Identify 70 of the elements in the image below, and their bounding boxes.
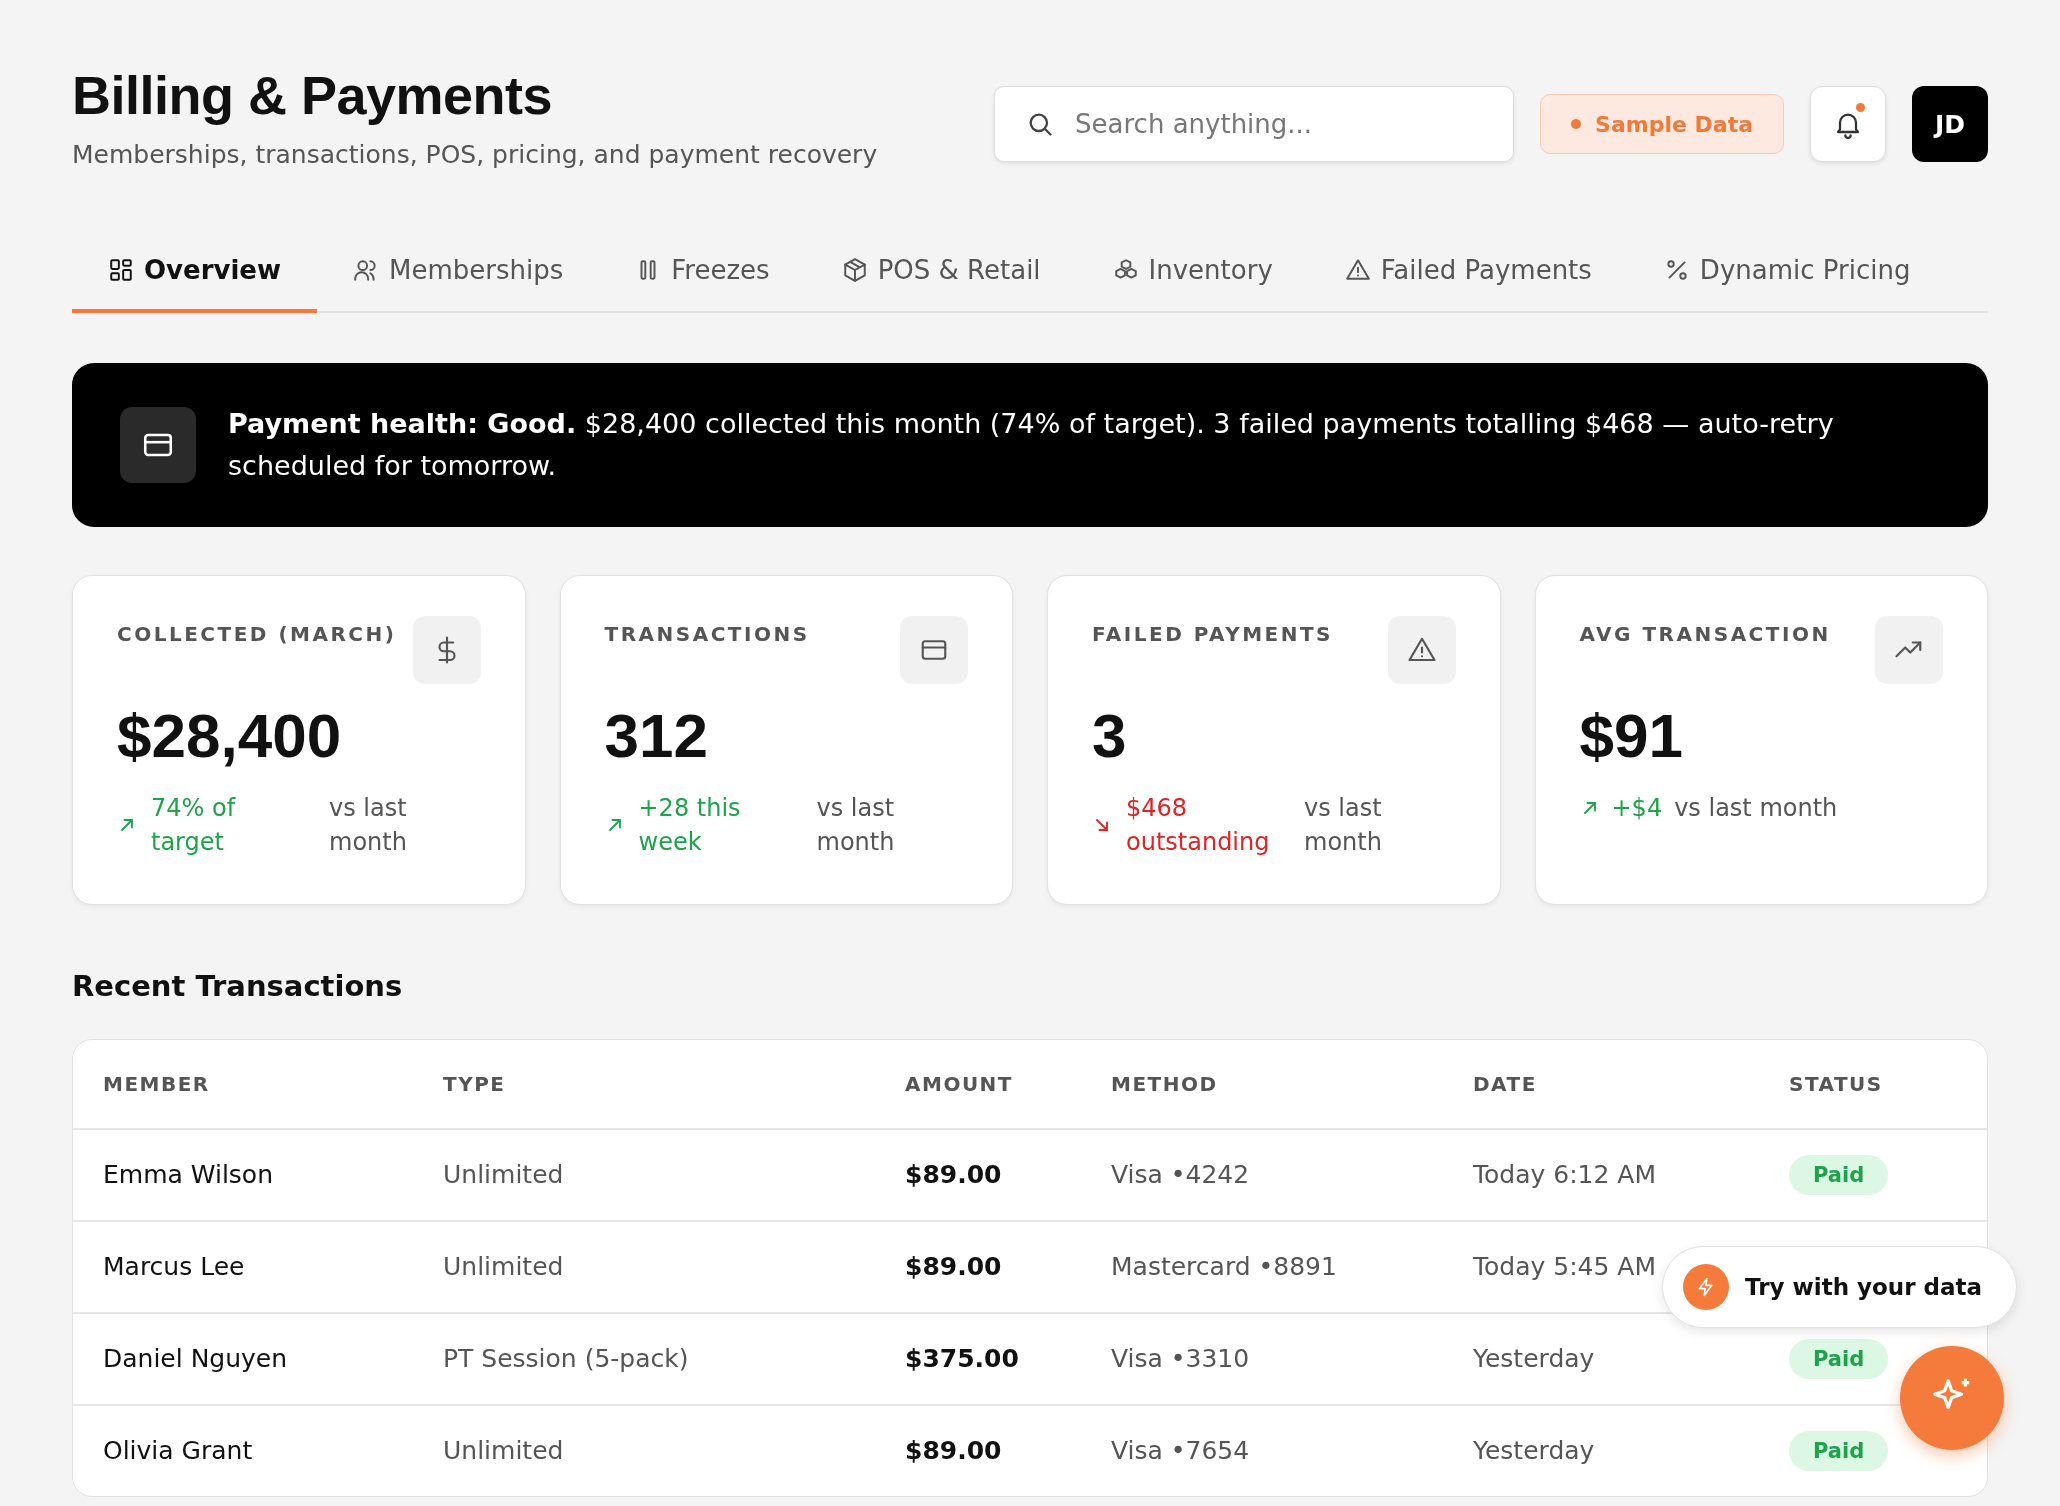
try-with-data-button[interactable]: Try with your data <box>1662 1246 2018 1328</box>
stat-label: AVG TRANSACTION <box>1579 621 1831 646</box>
stat-label: FAILED PAYMENTS <box>1092 621 1333 646</box>
column-header: METHOD <box>1111 1071 1219 1096</box>
trend-value: $468 outstanding <box>1126 792 1271 859</box>
column-header: STATUS <box>1789 1071 1884 1096</box>
trend-value: 74% of target <box>151 792 237 859</box>
table-cell-text: $89.00 <box>905 1160 1003 1190</box>
tab[interactable]: Inventory <box>1076 233 1309 313</box>
stat-value: 3 <box>1092 699 1128 771</box>
status-badge: Paid <box>1789 1430 1889 1471</box>
search-field[interactable]: Search anything... <box>994 86 1515 162</box>
table-cell-text: Emma Wilson <box>103 1160 274 1190</box>
banner-text: Payment health: Good. $28,400 collected this month (74% of target). 3 failed payments totalling $468 — auto-retry scheduled for tomorrow. <box>228 407 1835 483</box>
table-cell-text: Visa •3310 <box>1111 1344 1251 1374</box>
table-cell-text: Mastercard •8891 <box>1111 1252 1338 1282</box>
lightning-icon <box>1683 1264 1729 1310</box>
tab[interactable]: Freezes <box>599 233 806 313</box>
trend-note: vs last month <box>1674 792 1838 824</box>
page-title: Billing & Payments <box>72 64 554 126</box>
column-header: DATE <box>1473 1071 1538 1096</box>
table-cell-text: Olivia Grant <box>103 1436 254 1466</box>
table-cell-text: Today 6:12 AM <box>1473 1160 1657 1190</box>
warning-icon <box>1344 257 1371 283</box>
section-title: Recent Transactions <box>72 968 404 1003</box>
box-icon <box>841 257 868 283</box>
table-cell-text: Visa •4242 <box>1111 1160 1251 1190</box>
status-badge: Paid <box>1789 1154 1889 1195</box>
table-cell-text: Unlimited <box>443 1252 565 1282</box>
tab[interactable]: Dynamic Pricing <box>1627 233 1947 313</box>
table-cell-text: Yesterday <box>1473 1344 1596 1374</box>
trend-up-icon <box>1875 615 1943 684</box>
dollar-icon <box>412 615 481 684</box>
stat-value: $91 <box>1579 699 1684 771</box>
table-cell-text: Yesterday <box>1473 1436 1596 1466</box>
column-header: AMOUNT <box>905 1071 1014 1096</box>
stat-value: $28,400 <box>117 699 343 771</box>
trend-note: vs last month <box>329 792 408 859</box>
stat-label: TRANSACTIONS <box>604 621 810 646</box>
tab[interactable]: POS & Retail <box>805 233 1077 313</box>
trend-note: vs last month <box>1304 792 1383 859</box>
table-cell-text: Marcus Lee <box>103 1252 246 1282</box>
warning-icon <box>1387 615 1456 684</box>
table-cell-text: PT Session (5-pack) <box>443 1344 690 1374</box>
trend-value: +$4 <box>1611 792 1663 824</box>
table-cell-text: Daniel Nguyen <box>103 1344 289 1374</box>
notifications-button[interactable] <box>1810 86 1886 162</box>
grid-icon <box>108 257 134 283</box>
credit-card-icon <box>900 615 968 684</box>
user-avatar[interactable]: JD <box>1912 86 1988 162</box>
table-cell-text: $89.00 <box>905 1436 1003 1466</box>
tab[interactable]: Memberships <box>317 233 600 313</box>
status-badge: Paid <box>1789 1338 1889 1379</box>
page-subtitle: Memberships, transactions, POS, pricing, and payment recovery <box>72 140 878 169</box>
column-header: TYPE <box>443 1071 507 1096</box>
table-cell-text: Unlimited <box>443 1160 565 1190</box>
trend-note: vs last month <box>816 792 896 859</box>
table-cell-text: $375.00 <box>905 1344 1020 1374</box>
stat-label: COLLECTED (MARCH) <box>117 621 397 646</box>
tab[interactable]: Overview <box>72 233 318 313</box>
table-cell-text: $89.00 <box>905 1252 1003 1282</box>
tab[interactable]: Failed Payments <box>1308 233 1628 313</box>
credit-card-icon <box>120 406 196 483</box>
stat-value: 312 <box>604 699 709 771</box>
column-header: MEMBER <box>103 1071 211 1096</box>
table-cell-text: Unlimited <box>443 1436 565 1466</box>
trend-value: +28 this week <box>638 792 742 859</box>
table-cell-text: Visa •7654 <box>1111 1436 1251 1466</box>
table-cell-text: Today 5:45 AM <box>1473 1252 1657 1282</box>
sample-data-badge: Sample Data <box>1540 94 1784 154</box>
